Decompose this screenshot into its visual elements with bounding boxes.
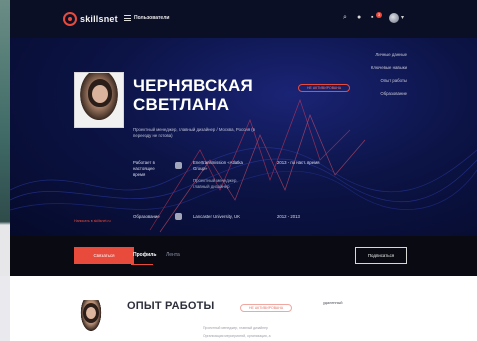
profile-role: Проектный менеджер, главный дизайнер / М… (133, 127, 333, 139)
contact-button[interactable]: Связаться (74, 247, 134, 264)
profile-photo-small (78, 300, 104, 336)
experience-summary-line1: Проектный менеджер, главный дизайнер (203, 326, 268, 330)
contact-link[interactable]: Написать в skillsnet.ru (74, 219, 111, 223)
experience-label-line3: время (133, 172, 146, 177)
side-nav-personal[interactable]: Личные данные (371, 52, 407, 57)
education-label: Образование (133, 214, 160, 219)
profile-name-line1: ЧЕРНЯВСКАЯ (133, 76, 253, 95)
profile-role-line2: переезду не готова) (133, 133, 173, 138)
brand-name[interactable]: skillsnet (80, 14, 118, 24)
tab-feed[interactable]: Лента (166, 252, 180, 258)
background-strip-lower (0, 276, 10, 341)
status-badge: НЕ АКТИВИРОВАНА (298, 84, 351, 92)
chat-icon[interactable]: ▪ (371, 14, 373, 21)
experience-org[interactable]: Enertransmission «Atlatka Group» (193, 160, 243, 172)
profile-name-line2: СВЕТЛАНА (133, 95, 230, 114)
side-nav-experience[interactable]: Опыт работы (371, 78, 407, 83)
profile-side-nav: Личные данные Ключевые навыки Опыт работ… (371, 52, 407, 104)
profile-name: ЧЕРНЯВСКАЯ СВЕТЛАНА (133, 76, 253, 114)
university-logo-icon (175, 213, 182, 220)
status-badge-lower: НЕ АКТИВИРОВАНА (240, 304, 293, 312)
section-title: ОПЫТ РАБОТЫ (127, 300, 215, 312)
menu-icon[interactable] (124, 15, 131, 21)
company-logo-icon (175, 162, 182, 169)
education-years: 2012 - 2013 (277, 214, 300, 219)
work-format-note: удаленный (323, 301, 343, 305)
experience-position: Проектный менеджер, главный дизайнер (193, 178, 238, 190)
tab-active-indicator (131, 264, 153, 265)
experience-years: 2013 - по наст. время (277, 160, 320, 165)
education-org[interactable]: Lancaster University, UK (193, 214, 240, 220)
bell-icon[interactable]: ● (357, 14, 361, 21)
experience-label: Работает в настоящее время (133, 160, 155, 178)
tab-profile[interactable]: Профиль (133, 252, 156, 258)
chevron-down-icon[interactable]: ▾ (401, 14, 404, 21)
side-nav-skills[interactable]: Ключевые навыки (371, 65, 407, 70)
experience-summary: Проектный менеджер, главный дизайнер Орг… (203, 324, 271, 340)
avatar[interactable] (389, 13, 399, 23)
page: skillsnet Пользователи ⌕ ● ▪ 3 ▾ Личные … (0, 0, 477, 341)
profile-photo (74, 72, 124, 128)
side-nav-education[interactable]: Образование (371, 91, 407, 96)
experience-summary-line2: Организация мероприятий, организация, а (203, 334, 271, 338)
experience-position-line2: главный дизайнер (193, 184, 230, 189)
logo-icon[interactable] (63, 12, 77, 26)
search-icon[interactable]: ⌕ (343, 14, 347, 21)
nav-users-link[interactable]: Пользователи (134, 15, 169, 21)
experience-org-line2: Group» (193, 166, 208, 171)
subscribe-button[interactable]: Подписаться (355, 247, 407, 264)
notification-badge: 3 (376, 12, 382, 18)
